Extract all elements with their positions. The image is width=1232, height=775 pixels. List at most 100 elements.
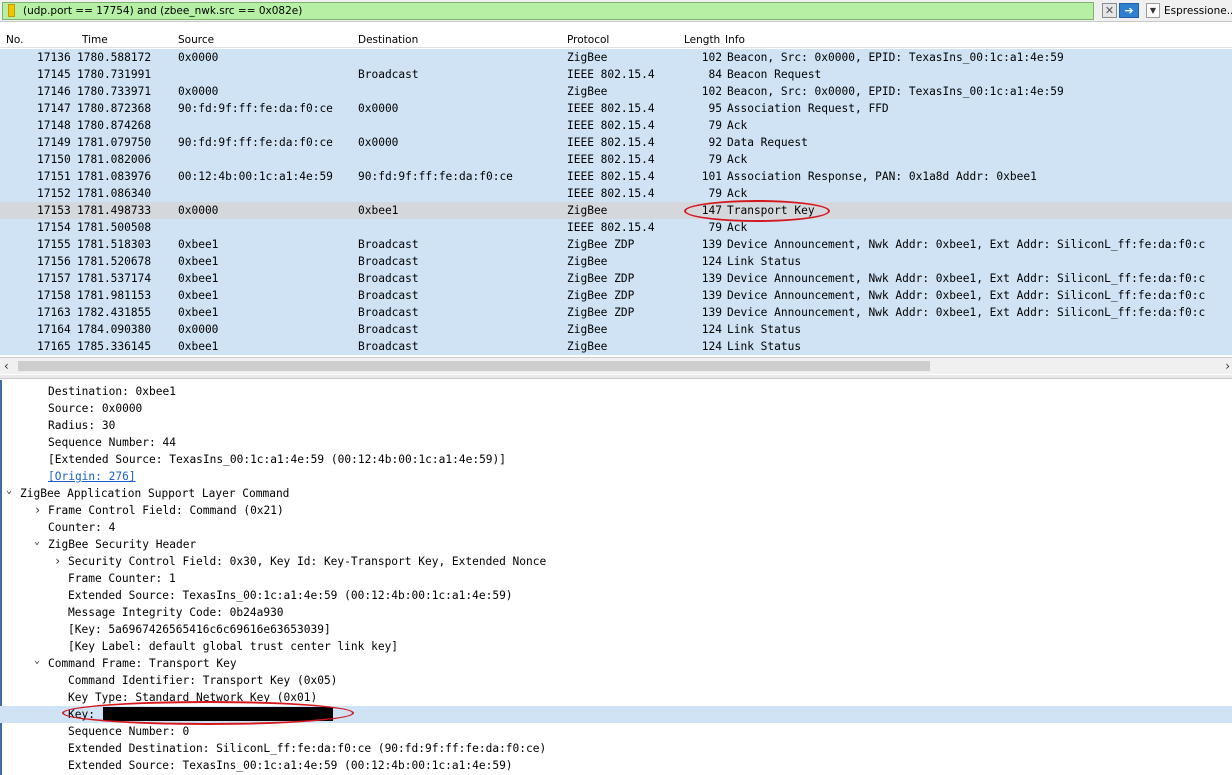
- cell-length: 124: [701, 340, 722, 353]
- cell-protocol: IEEE 802.15.4: [567, 221, 655, 234]
- cell-protocol: ZigBee: [567, 255, 608, 268]
- detail-tree-item[interactable]: [Origin: 276]: [0, 468, 1232, 485]
- packet-row[interactable]: 17154 1781.500508 IEEE 802.15.4 79 Ack: [0, 219, 1232, 236]
- packet-row[interactable]: 17164 1784.090380 0x0000 Broadcast ZigBee 124…: [0, 321, 1232, 338]
- packet-row[interactable]: 17156 1781.520678 0xbee1 Broadcast ZigBee 124…: [0, 253, 1232, 270]
- packet-list-horizontal-scrollbar[interactable]: ‹ ›: [0, 357, 1232, 374]
- detail-text: Extended Source: TexasIns_00:1c:a1:4e:59…: [68, 759, 513, 772]
- expand-chevron-icon[interactable]: ⌄: [6, 482, 12, 499]
- packet-row[interactable]: 17157 1781.537174 0xbee1 Broadcast ZigBee ZD…: [0, 270, 1232, 287]
- column-header-time[interactable]: Time: [82, 34, 108, 46]
- cell-time: 1780.588172: [77, 51, 152, 64]
- packet-list[interactable]: 17136 1780.588172 0x0000 ZigBee 102 Beacon, S…: [0, 49, 1232, 357]
- cell-time: 1785.336145: [77, 340, 152, 353]
- chevron-right-icon[interactable]: ›: [1225, 359, 1230, 373]
- packet-row[interactable]: 17153 1781.498733 0x0000 0xbee1 ZigBee 147 Tra…: [0, 202, 1232, 219]
- packet-list-header: No. Time Source Destination Protocol Len…: [0, 32, 1232, 48]
- cell-info: Association Request, FFD: [727, 102, 889, 115]
- packet-row[interactable]: 17149 1781.079750 90:fd:9f:ff:fe:da:f0:ce 0…: [0, 134, 1232, 151]
- expression-button[interactable]: Espressione...: [1164, 5, 1232, 17]
- detail-tree-item[interactable]: ⌄ Command Frame: Transport Key: [0, 655, 1232, 672]
- cell-source: 0xbee1: [178, 340, 219, 353]
- packet-row[interactable]: 17147 1780.872368 90:fd:9f:ff:fe:da:f0:ce 0…: [0, 100, 1232, 117]
- packet-row[interactable]: 17145 1780.731991 Broadcast IEEE 802.15.4 84…: [0, 66, 1232, 83]
- cell-source: 0xbee1: [178, 255, 219, 268]
- cell-length: 139: [701, 289, 722, 302]
- cell-length: 124: [701, 323, 722, 336]
- detail-tree-item[interactable]: [Key Label: default global trust center …: [0, 638, 1232, 655]
- pane-splitter[interactable]: [0, 375, 1232, 379]
- cell-length: 95: [708, 102, 722, 115]
- cell-time: 1781.498733: [77, 204, 152, 217]
- cell-time: 1781.981153: [77, 289, 152, 302]
- detail-tree-item[interactable]: Extended Source: TexasIns_00:1c:a1:4e:59…: [0, 587, 1232, 604]
- cell-protocol: IEEE 802.15.4: [567, 119, 655, 132]
- cell-time: 1780.733971: [77, 85, 152, 98]
- detail-tree-item[interactable]: Sequence Number: 44: [0, 434, 1232, 451]
- chevron-left-icon[interactable]: ‹: [4, 359, 9, 373]
- column-header-no[interactable]: No.: [6, 34, 23, 46]
- detail-tree-item[interactable]: ⌄ ZigBee Security Header: [0, 536, 1232, 553]
- cell-no: 17151: [37, 170, 71, 183]
- expand-chevron-icon[interactable]: ⌄: [34, 652, 40, 669]
- packet-row[interactable]: 17152 1781.086340 IEEE 802.15.4 79 Ack: [0, 185, 1232, 202]
- cell-no: 17164: [37, 323, 71, 336]
- packet-row[interactable]: 17148 1780.874268 IEEE 802.15.4 79 Ack: [0, 117, 1232, 134]
- cell-no: 17149: [37, 136, 71, 149]
- cell-protocol: ZigBee ZDP: [567, 238, 635, 251]
- cell-protocol: ZigBee ZDP: [567, 306, 635, 319]
- cell-source: 0x0000: [178, 85, 219, 98]
- detail-tree-item[interactable]: ⌄ ZigBee Application Support Layer Comman…: [0, 485, 1232, 502]
- collapse-chevron-icon[interactable]: ›: [54, 553, 61, 570]
- cell-time: 1781.518303: [77, 238, 152, 251]
- column-header-protocol[interactable]: Protocol: [567, 34, 609, 46]
- origin-link[interactable]: [Origin: 276]: [48, 468, 136, 485]
- cell-length: 79: [708, 153, 722, 166]
- chevron-down-icon: ▼: [1149, 6, 1157, 15]
- packet-row[interactable]: 17136 1780.588172 0x0000 ZigBee 102 Beacon, S…: [0, 49, 1232, 66]
- detail-tree-item[interactable]: Extended Destination: SiliconL_ff:fe:da:…: [0, 740, 1232, 757]
- detail-tree-item[interactable]: Destination: 0xbee1: [0, 383, 1232, 400]
- packet-row[interactable]: 17155 1781.518303 0xbee1 Broadcast ZigBee ZD…: [0, 236, 1232, 253]
- detail-tree-item[interactable]: › Security Control Field: 0x30, Key Id: K…: [0, 553, 1232, 570]
- display-filter-input[interactable]: (udp.port == 17754) and (zbee_nwk.src ==…: [2, 2, 1094, 20]
- detail-tree-item[interactable]: [Key: 5a6967426565416c6c69616e63653039]: [0, 621, 1232, 638]
- bookmark-icon[interactable]: [8, 4, 15, 17]
- column-header-info[interactable]: Info: [725, 34, 745, 46]
- cell-source: 0xbee1: [178, 289, 219, 302]
- cell-source: 0x0000: [178, 204, 219, 217]
- filter-history-dropdown[interactable]: ▼: [1146, 3, 1160, 18]
- cell-no: 17154: [37, 221, 71, 234]
- detail-tree-item[interactable]: Counter: 4: [0, 519, 1232, 536]
- packet-row[interactable]: 17151 1781.083976 00:12:4b:00:1c:a1:4e:59 9…: [0, 168, 1232, 185]
- cell-length: 79: [708, 119, 722, 132]
- packet-row[interactable]: 17165 1785.336145 0xbee1 Broadcast ZigBee 124…: [0, 338, 1232, 355]
- detail-tree-item[interactable]: Message Integrity Code: 0b24a930: [0, 604, 1232, 621]
- detail-tree-item[interactable]: Sequence Number: 0: [0, 723, 1232, 740]
- detail-tree-item[interactable]: Frame Counter: 1: [0, 570, 1232, 587]
- column-header-source[interactable]: Source: [178, 34, 214, 46]
- cell-length: 79: [708, 221, 722, 234]
- collapse-chevron-icon[interactable]: ›: [34, 502, 41, 519]
- cell-destination: Broadcast: [358, 306, 419, 319]
- packet-row[interactable]: 17158 1781.981153 0xbee1 Broadcast ZigBee ZD…: [0, 287, 1232, 304]
- packet-row[interactable]: 17146 1780.733971 0x0000 ZigBee 102 Beacon, S…: [0, 83, 1232, 100]
- clear-filter-button[interactable]: ✕: [1102, 3, 1117, 18]
- cell-info: Link Status: [727, 323, 802, 336]
- packet-row[interactable]: 17163 1782.431855 0xbee1 Broadcast ZigBee ZD…: [0, 304, 1232, 321]
- detail-tree-item[interactable]: Radius: 30: [0, 417, 1232, 434]
- packet-row[interactable]: 17150 1781.082006 IEEE 802.15.4 79 Ack: [0, 151, 1232, 168]
- cell-time: 1780.872368: [77, 102, 152, 115]
- expand-chevron-icon[interactable]: ⌄: [34, 533, 40, 550]
- detail-tree-item[interactable]: Command Identifier: Transport Key (0x05): [0, 672, 1232, 689]
- column-header-length[interactable]: Length: [684, 34, 720, 46]
- detail-tree-item[interactable]: Source: 0x0000: [0, 400, 1232, 417]
- column-header-destination[interactable]: Destination: [358, 34, 418, 46]
- apply-filter-button[interactable]: ➔: [1119, 3, 1139, 18]
- detail-tree-item[interactable]: › Frame Control Field: Command (0x21): [0, 502, 1232, 519]
- detail-text: Command Identifier: Transport Key (0x05): [68, 674, 338, 687]
- cell-info: Ack: [727, 119, 748, 132]
- scrollbar-thumb[interactable]: [18, 361, 930, 371]
- detail-tree-item[interactable]: [Extended Source: TexasIns_00:1c:a1:4e:5…: [0, 451, 1232, 468]
- detail-tree-item[interactable]: Extended Source: TexasIns_00:1c:a1:4e:59…: [0, 757, 1232, 774]
